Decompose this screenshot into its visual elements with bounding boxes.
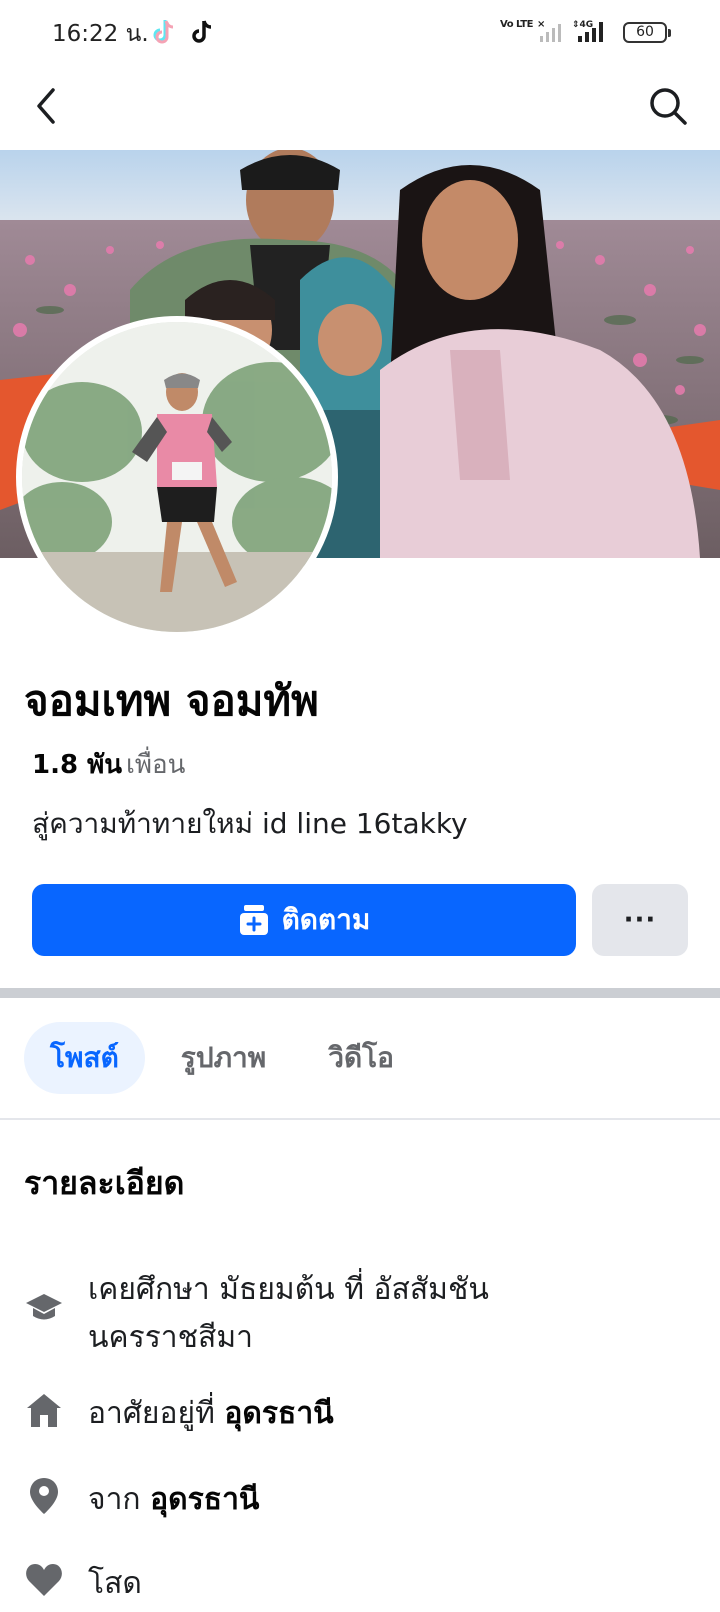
status-bar: 16:22 น. Vo LTE × ⇕4G 60 bbox=[0, 0, 720, 64]
more-options-button[interactable]: ··· bbox=[592, 884, 688, 956]
top-navigation bbox=[0, 64, 720, 150]
from-prefix: จาก bbox=[88, 1482, 141, 1517]
signal-4g-icon: ⇕4G bbox=[572, 18, 612, 44]
profile-bio: สู่ความท้าทายใหม่ id line 16takky bbox=[32, 807, 468, 840]
details-title: รายละเอียด bbox=[24, 1164, 185, 1202]
status-time: 16:22 น. bbox=[52, 21, 149, 47]
tab-posts[interactable]: โพสต์ bbox=[24, 1022, 145, 1094]
detail-from[interactable]: จาก อุดรธานี bbox=[24, 1476, 648, 1524]
back-button[interactable] bbox=[24, 84, 68, 128]
friends-count-label: เพื่อน bbox=[126, 750, 186, 780]
battery-indicator: 60 bbox=[623, 22, 671, 43]
follow-label: ติดตาม bbox=[281, 903, 371, 936]
lives-in-place[interactable]: อุดรธานี bbox=[224, 1396, 333, 1431]
chevron-left-icon bbox=[37, 88, 55, 124]
from-place[interactable]: อุดรธานี bbox=[150, 1482, 259, 1517]
detail-lives-in[interactable]: อาศัยอยู่ที่ อุดรธานี bbox=[24, 1390, 648, 1438]
home-icon bbox=[24, 1390, 64, 1430]
friends-count[interactable]: 1.8 พัน เพื่อน bbox=[32, 744, 185, 785]
tiktok-notification-icon bbox=[152, 18, 178, 46]
detail-education[interactable]: เคยศึกษา มัธยมต้น ที่ อัสสัมชัน นครราชสี… bbox=[24, 1266, 648, 1362]
svg-text:×: × bbox=[537, 19, 545, 30]
heart-icon bbox=[24, 1560, 64, 1600]
svg-text:⇕4G: ⇕4G bbox=[572, 20, 593, 30]
tab-videos[interactable]: วิดีโอ bbox=[302, 1022, 420, 1094]
search-icon bbox=[650, 88, 687, 125]
follow-button[interactable]: ติดตาม bbox=[32, 884, 576, 956]
tab-photos[interactable]: รูปภาพ bbox=[155, 1022, 292, 1094]
section-divider bbox=[0, 988, 720, 998]
profile-picture[interactable] bbox=[16, 316, 338, 638]
follow-icon bbox=[239, 905, 268, 935]
education-text: เคยศึกษา มัธยมต้น ที่ อัสสัมชัน นครราชสี… bbox=[88, 1272, 489, 1355]
lives-in-prefix: อาศัยอยู่ที่ bbox=[88, 1396, 215, 1431]
graduation-cap-icon bbox=[24, 1288, 64, 1328]
profile-tabs: โพสต์ รูปภาพ วิดีโอ bbox=[24, 1022, 430, 1094]
tiktok-notification-icon bbox=[190, 18, 216, 46]
search-button[interactable] bbox=[646, 84, 690, 128]
volte-indicator: Vo LTE bbox=[500, 19, 533, 30]
friends-count-value: 1.8 พัน bbox=[32, 750, 123, 780]
profile-name: จอมเทพ จอมทัพ bbox=[24, 676, 319, 725]
tabs-divider bbox=[0, 1118, 720, 1120]
signal-sim1-icon: × bbox=[536, 18, 564, 44]
relationship-text: โสด bbox=[88, 1566, 142, 1601]
detail-relationship[interactable]: โสด bbox=[24, 1560, 648, 1608]
location-pin-icon bbox=[24, 1476, 64, 1516]
more-icon: ··· bbox=[623, 905, 657, 935]
